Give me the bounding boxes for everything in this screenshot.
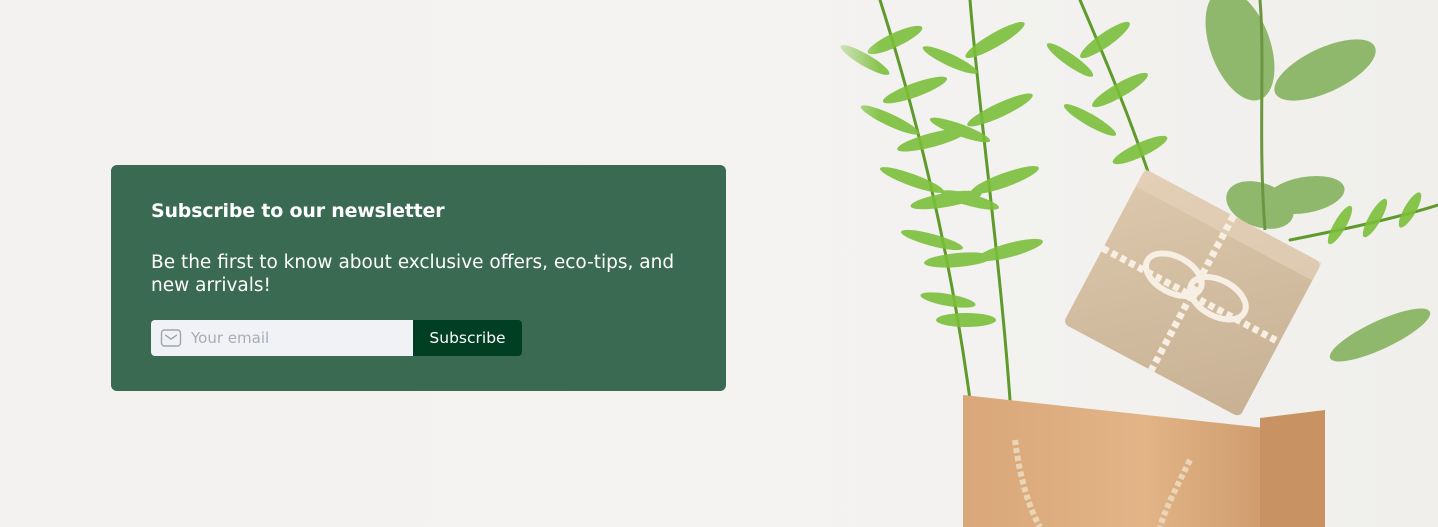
newsletter-section: Subscribe to our newsletter Be the first…	[0, 0, 1438, 527]
email-field-wrapper	[151, 320, 413, 356]
subscribe-form: Subscribe	[151, 320, 522, 356]
subscribe-button[interactable]: Subscribe	[413, 320, 522, 356]
email-input[interactable]	[191, 320, 411, 356]
newsletter-title: Subscribe to our newsletter	[151, 200, 445, 222]
newsletter-description: Be the first to know about exclusive off…	[151, 252, 675, 296]
newsletter-card: Subscribe to our newsletter Be the first…	[111, 165, 726, 391]
hero-image	[820, 0, 1438, 527]
mail-icon	[160, 329, 182, 347]
